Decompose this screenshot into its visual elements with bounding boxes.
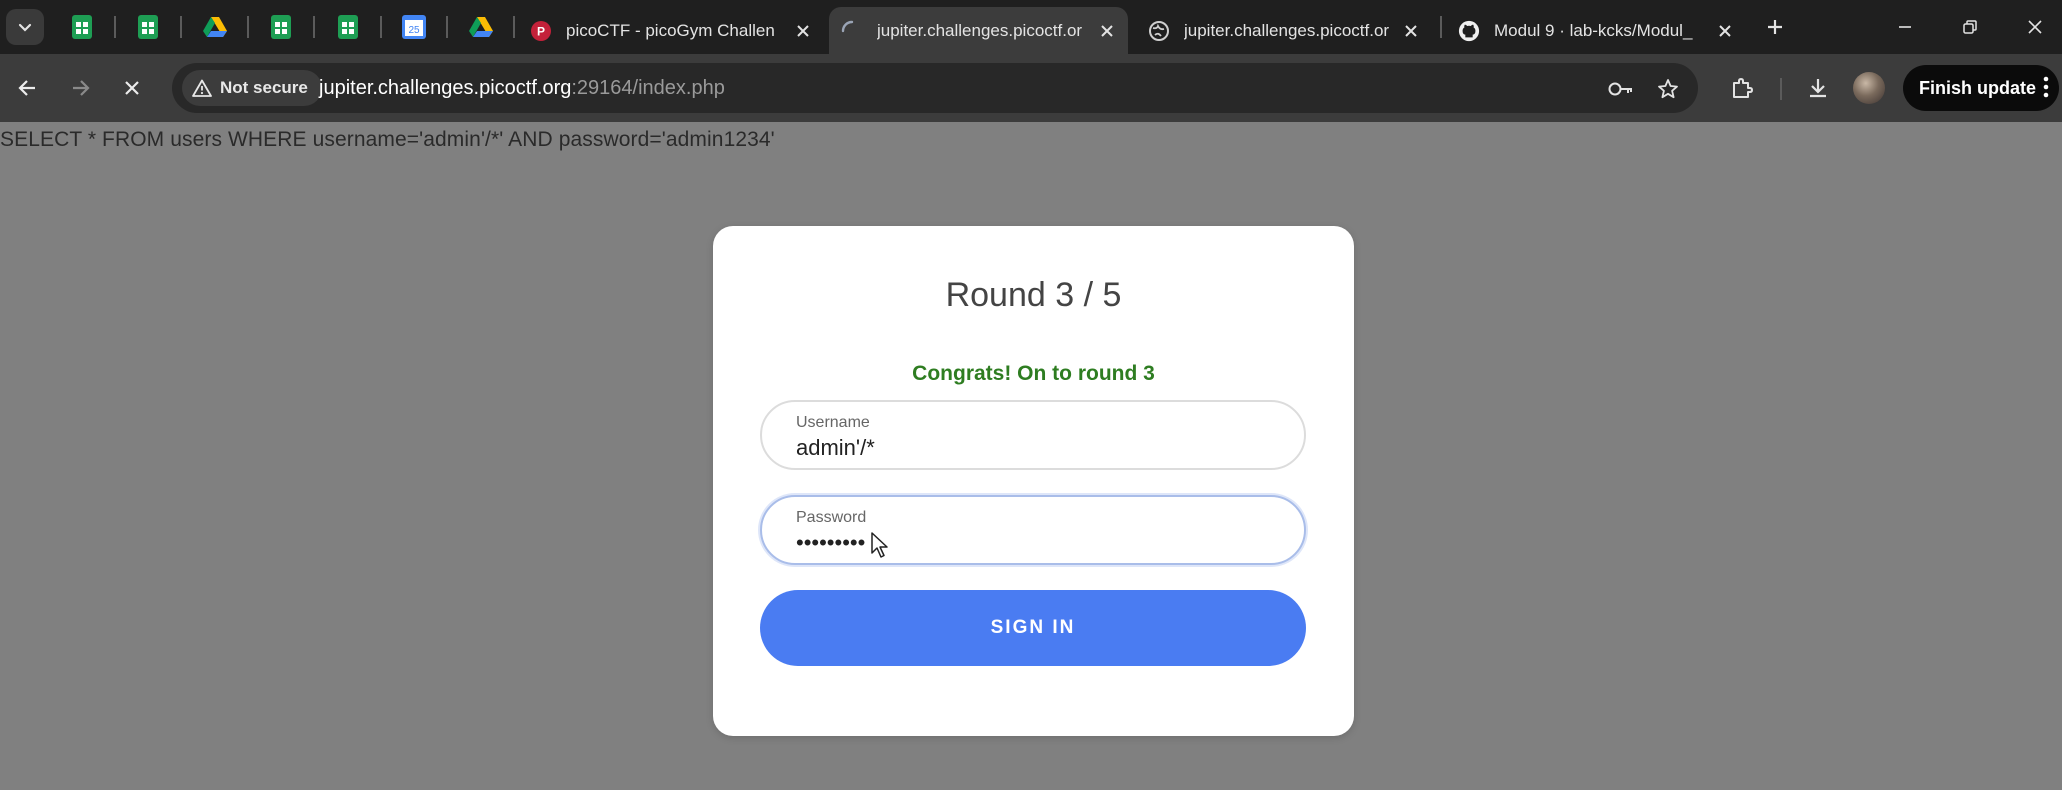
plus-icon — [1768, 20, 1782, 34]
tab-jupiter-active[interactable]: jupiter.challenges.picoctf.or — [829, 7, 1128, 54]
warning-triangle-icon — [192, 79, 212, 97]
password-key-button[interactable] — [1607, 75, 1635, 103]
close-tab-icon[interactable] — [1094, 18, 1120, 44]
site-security-chip[interactable]: Not secure — [182, 70, 322, 106]
url-text[interactable]: jupiter.challenges.picoctf.org:29164/ind… — [319, 77, 725, 100]
close-tab-icon[interactable] — [1398, 18, 1424, 44]
tab-jupiter[interactable]: jupiter.challenges.picoctf.or — [1136, 7, 1432, 54]
close-icon — [2028, 20, 2042, 34]
tab-title: picoCTF - picoGym Challen — [566, 20, 775, 40]
sheets-icon — [72, 15, 92, 39]
url-path: :29164/index.php — [571, 77, 725, 99]
back-button[interactable] — [10, 70, 46, 106]
sheets-icon — [271, 15, 291, 39]
success-message: Congrats! On to round 3 — [912, 362, 1155, 385]
close-tab-icon[interactable] — [790, 18, 816, 44]
tab-title: Modul 9 · lab-kcks/Modul_ — [1494, 20, 1693, 40]
more-vert-icon — [2043, 76, 2049, 98]
drive-icon — [469, 17, 493, 37]
arrow-right-icon — [73, 80, 90, 96]
restore-icon — [1963, 20, 1977, 34]
arrow-left-icon — [18, 80, 35, 96]
drive-icon — [203, 17, 227, 37]
password-label: Password — [796, 509, 867, 526]
extensions-button[interactable] — [1724, 70, 1760, 106]
minimize-button[interactable] — [1882, 10, 1928, 44]
picoctf-favicon-icon: P — [530, 20, 552, 42]
pinned-tab-drive[interactable] — [466, 12, 496, 42]
minimize-icon — [1899, 26, 1911, 28]
tab-title: jupiter.challenges.picoctf.or — [877, 20, 1083, 40]
close-tab-icon[interactable] — [1712, 18, 1738, 44]
pinned-tab-sheets[interactable] — [67, 12, 97, 42]
github-icon — [1458, 20, 1480, 42]
key-icon — [1608, 82, 1632, 96]
globe-icon — [1148, 20, 1170, 42]
forward-button[interactable] — [62, 70, 98, 106]
stop-loading-button[interactable] — [114, 70, 150, 106]
login-card: Round 3 / 5 Congrats! On to round 3 User… — [713, 226, 1354, 736]
finish-update-label: Finish update — [1919, 77, 2036, 98]
close-window-button[interactable] — [2012, 10, 2058, 44]
mouse-pointer-icon — [871, 532, 888, 558]
round-title: Round 3 / 5 — [945, 276, 1122, 314]
sheets-icon — [338, 15, 358, 39]
pinned-tab-sheets[interactable] — [133, 12, 163, 42]
sheets-icon — [138, 15, 158, 39]
password-input[interactable] — [796, 530, 1266, 556]
username-field[interactable]: Username — [760, 400, 1306, 470]
tab-strip: 25 P picoCTF - picoGym Challen jupiter.c… — [0, 0, 2062, 54]
pinned-tab-sheets[interactable] — [266, 12, 296, 42]
sql-query-debug: SELECT * FROM users WHERE username='admi… — [0, 128, 775, 151]
chevron-down-icon — [18, 23, 32, 32]
url-host: jupiter.challenges.picoctf.org — [319, 77, 572, 99]
security-label: Not secure — [220, 78, 308, 97]
bookmark-button[interactable] — [1654, 75, 1682, 103]
pinned-tab-sheets[interactable] — [333, 12, 363, 42]
username-label: Username — [796, 414, 870, 431]
finish-update-button[interactable]: Finish update — [1903, 65, 2059, 111]
star-icon — [1658, 79, 1678, 99]
sign-in-button[interactable]: SIGN IN — [760, 590, 1306, 666]
username-input[interactable] — [796, 435, 1266, 461]
profile-avatar[interactable] — [1853, 72, 1885, 104]
new-tab-button[interactable] — [1760, 12, 1790, 42]
close-icon — [125, 81, 139, 95]
download-icon — [1810, 79, 1826, 98]
downloads-button[interactable] — [1800, 70, 1836, 106]
tab-picoctf[interactable]: P picoCTF - picoGym Challen — [518, 7, 824, 54]
address-bar[interactable]: Not secure jupiter.challenges.picoctf.or… — [172, 63, 1698, 113]
tab-github[interactable]: Modul 9 · lab-kcks/Modul_ — [1446, 7, 1746, 54]
puzzle-icon — [1733, 78, 1753, 98]
calendar-day: 25 — [408, 25, 420, 36]
tab-search-button[interactable] — [6, 9, 44, 45]
pinned-tab-drive[interactable] — [200, 12, 230, 42]
pinned-tab-calendar[interactable]: 25 — [399, 12, 429, 42]
browser-toolbar: Not secure jupiter.challenges.picoctf.or… — [0, 54, 2062, 122]
calendar-icon: 25 — [402, 15, 426, 39]
restore-button[interactable] — [1947, 10, 1993, 44]
tab-title: jupiter.challenges.picoctf.or — [1184, 20, 1390, 40]
svg-text:P: P — [537, 24, 545, 38]
loading-spinner-icon — [841, 20, 863, 42]
password-field[interactable]: Password — [760, 495, 1306, 565]
